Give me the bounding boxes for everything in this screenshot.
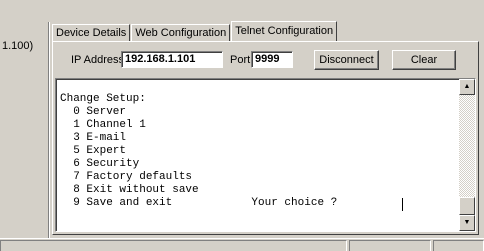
- status-bar: [0, 238, 484, 251]
- console-line: 5 Expert: [60, 145, 127, 157]
- connection-toolbar: IP Address 192.168.1.101 Port 9999 Disco…: [53, 42, 478, 76]
- status-pane-main: [0, 240, 347, 251]
- console-line: 0 Server: [60, 106, 127, 118]
- port-field[interactable]: 9999: [251, 51, 293, 68]
- arrow-up-icon: ▲: [463, 83, 471, 90]
- status-pane-tertiary: [433, 240, 484, 251]
- tab-web-configuration[interactable]: Web Configuration: [131, 24, 231, 41]
- console-line: 8 Exit without save: [60, 184, 199, 196]
- console-line: 6 Security: [60, 158, 140, 170]
- console-line: 9 Save and exit Your choice ?: [60, 197, 344, 209]
- console-line: Change Setup:: [60, 93, 146, 105]
- tab-telnet-configuration[interactable]: Telnet Configuration: [231, 21, 338, 42]
- device-list-pane[interactable]: 1.100): [0, 22, 49, 238]
- arrow-down-icon: ▼: [463, 219, 471, 226]
- telnet-console[interactable]: Change Setup: 0 Server 1 Channel 1 3 E-m…: [55, 78, 476, 232]
- vertical-scrollbar[interactable]: ▲ ▼: [459, 79, 475, 231]
- scroll-thumb[interactable]: [459, 197, 475, 215]
- telnet-configuration-panel: IP Address 192.168.1.101 Port 9999 Disco…: [52, 41, 479, 235]
- ip-address-label: IP Address: [71, 54, 124, 66]
- console-line: 3 E-mail: [60, 132, 127, 144]
- port-label: Port: [230, 54, 251, 66]
- text-cursor: [402, 198, 403, 211]
- console-line: 1 Channel 1: [60, 119, 146, 131]
- tab-strip: Device Details Web Configuration Telnet …: [52, 21, 338, 42]
- scroll-down-button[interactable]: ▼: [459, 215, 475, 231]
- scroll-up-button[interactable]: ▲: [459, 79, 475, 95]
- disconnect-button[interactable]: Disconnect: [314, 50, 379, 70]
- ip-address-field[interactable]: 192.168.1.101: [121, 51, 223, 68]
- status-pane-secondary: [349, 240, 431, 251]
- clear-button[interactable]: Clear: [392, 50, 456, 70]
- console-line: 7 Factory defaults: [60, 171, 193, 183]
- tab-device-details[interactable]: Device Details: [52, 24, 131, 41]
- device-list-item-text[interactable]: 1.100): [2, 40, 33, 52]
- console-output: Change Setup: 0 Server 1 Channel 1 3 E-m…: [60, 93, 344, 210]
